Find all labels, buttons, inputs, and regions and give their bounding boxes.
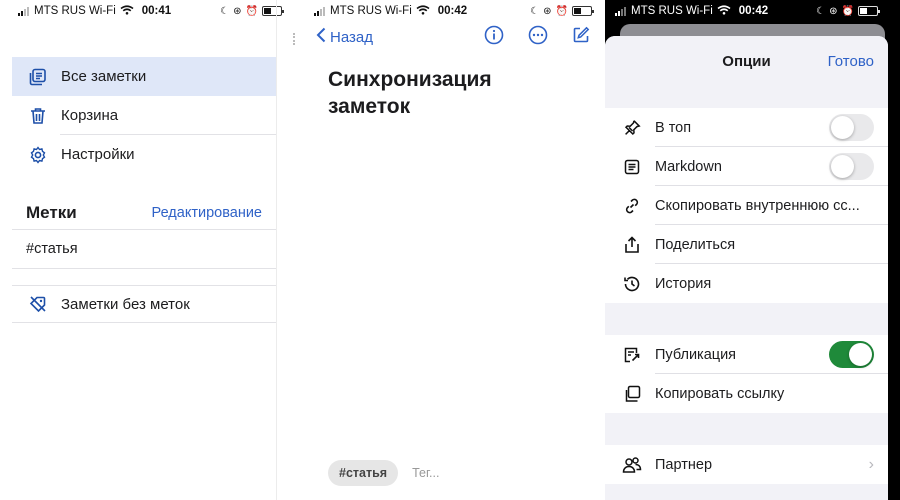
note-toolbar: Назад <box>290 22 600 52</box>
signal-icon <box>615 6 626 16</box>
option-label: Копировать ссылку <box>655 385 785 402</box>
tags-edit-button[interactable]: Редактирование <box>152 205 262 221</box>
more-icon[interactable] <box>528 25 548 50</box>
carrier-label: MTS RUS Wi-Fi <box>631 5 713 17</box>
status-bar: MTS RUS Wi-Fi 00:41 ☾ ⊛ ⏰ <box>0 0 290 22</box>
wifi-icon <box>120 4 134 18</box>
option-partner[interactable]: Партнер › <box>605 445 888 484</box>
wifi-icon <box>717 4 731 18</box>
info-icon[interactable] <box>484 25 504 50</box>
orientation-lock-icon: ⊛ <box>233 5 242 17</box>
tag-input[interactable]: Тег... <box>412 466 439 480</box>
status-bar: MTS RUS Wi-Fi 00:42 ☾ ⊛ ⏰ <box>290 0 600 22</box>
gear-icon <box>27 145 49 164</box>
battery-icon <box>572 6 594 16</box>
pin-toggle[interactable] <box>829 114 874 141</box>
option-label: Публикация <box>655 346 737 363</box>
tag-chip[interactable]: #статья <box>328 460 399 486</box>
battery-icon <box>262 6 284 16</box>
battery-icon <box>858 6 880 16</box>
sidebar-item-label: Корзина <box>61 107 119 124</box>
markdown-toggle[interactable] <box>829 153 874 180</box>
carrier-label: MTS RUS Wi-Fi <box>34 5 116 17</box>
publish-toggle[interactable] <box>829 341 874 368</box>
sidebar-item-label: Заметки без меток <box>61 295 190 313</box>
tags-section-header: Метки Редактирование <box>12 196 276 230</box>
option-label: Партнер <box>655 456 713 473</box>
options-screen: MTS RUS Wi-Fi 00:42 ☾ ⊛ ⏰ Опции Готово В… <box>605 0 900 500</box>
moon-icon: ☾ <box>816 5 826 17</box>
clock: 00:42 <box>437 5 468 17</box>
pin-icon <box>619 119 645 137</box>
drag-handle[interactable] <box>293 33 295 45</box>
tag-item[interactable]: #статья <box>12 230 276 269</box>
options-group: В топ Markdown Скопировать внутреннюю сс… <box>605 108 888 303</box>
signal-icon <box>314 6 325 16</box>
option-pin[interactable]: В топ <box>605 108 888 147</box>
publish-icon <box>619 346 645 364</box>
trash-icon <box>27 107 49 125</box>
carrier-label: MTS RUS Wi-Fi <box>330 5 412 17</box>
sidebar-item-untagged[interactable]: Заметки без меток <box>12 285 276 323</box>
wifi-icon <box>416 4 430 18</box>
note-screen: MTS RUS Wi-Fi 00:42 ☾ ⊛ ⏰ Назад Синхрони… <box>290 0 600 500</box>
option-publish[interactable]: Публикация <box>605 335 888 374</box>
tags-title: Метки <box>26 202 77 222</box>
sidebar-item-label: Настройки <box>61 146 135 163</box>
options-group: Публикация Копировать ссылку <box>605 335 888 413</box>
back-label: Назад <box>330 28 373 46</box>
options-sheet: Опции Готово В топ Markdown Скопировать … <box>605 36 888 500</box>
option-label: История <box>655 275 712 292</box>
option-label: В топ <box>655 119 692 136</box>
tag-off-icon <box>27 295 49 313</box>
clock: 00:41 <box>141 5 172 17</box>
panel-divider <box>276 0 277 500</box>
option-label: Скопировать внутреннюю сс... <box>655 197 860 214</box>
sidebar-item-label: Все заметки <box>61 68 147 85</box>
back-button[interactable]: Назад <box>316 27 373 47</box>
share-icon <box>619 235 645 254</box>
partner-icon <box>619 456 645 474</box>
sidebar-item-trash[interactable]: Корзина <box>12 96 276 135</box>
signal-icon <box>18 6 29 16</box>
chevron-left-icon <box>316 27 326 47</box>
sidebar-nav: Все заметки Корзина Настройки <box>0 57 290 174</box>
done-button[interactable]: Готово <box>828 53 874 70</box>
moon-icon: ☾ <box>530 5 540 17</box>
option-share[interactable]: Поделиться <box>605 225 888 264</box>
link-icon <box>619 197 645 215</box>
history-icon <box>619 275 645 293</box>
sidebar-item-all-notes[interactable]: Все заметки <box>12 57 276 96</box>
notes-stack-icon <box>27 68 49 86</box>
orientation-lock-icon: ⊛ <box>829 5 838 17</box>
clock: 00:42 <box>738 5 769 17</box>
note-title[interactable]: Синхронизация заметок <box>328 66 568 120</box>
copy-icon <box>619 385 645 403</box>
option-copy-link[interactable]: Копировать ссылку <box>605 374 888 413</box>
option-markdown[interactable]: Markdown <box>605 147 888 186</box>
document-icon <box>619 159 645 175</box>
alarm-icon: ⏰ <box>555 5 568 17</box>
compose-icon[interactable] <box>572 26 590 49</box>
option-label: Поделиться <box>655 236 736 253</box>
note-tag-bar: #статья Тег... <box>328 460 439 486</box>
status-bar: MTS RUS Wi-Fi 00:42 ☾ ⊛ ⏰ <box>605 0 900 22</box>
moon-icon: ☾ <box>220 5 230 17</box>
orientation-lock-icon: ⊛ <box>543 5 552 17</box>
alarm-icon: ⏰ <box>245 5 258 17</box>
sidebar-item-settings[interactable]: Настройки <box>12 135 276 174</box>
sidebar-screen: MTS RUS Wi-Fi 00:41 ☾ ⊛ ⏰ Все заметки Ко… <box>0 0 290 500</box>
sheet-title: Опции <box>722 52 771 70</box>
chevron-right-icon: › <box>868 455 874 473</box>
option-history[interactable]: История <box>605 264 888 303</box>
sheet-header: Опции Готово <box>605 36 888 86</box>
option-copy-internal-link[interactable]: Скопировать внутреннюю сс... <box>605 186 888 225</box>
alarm-icon: ⏰ <box>841 5 854 17</box>
option-label: Markdown <box>655 158 722 175</box>
options-group: Партнер › <box>605 445 888 484</box>
